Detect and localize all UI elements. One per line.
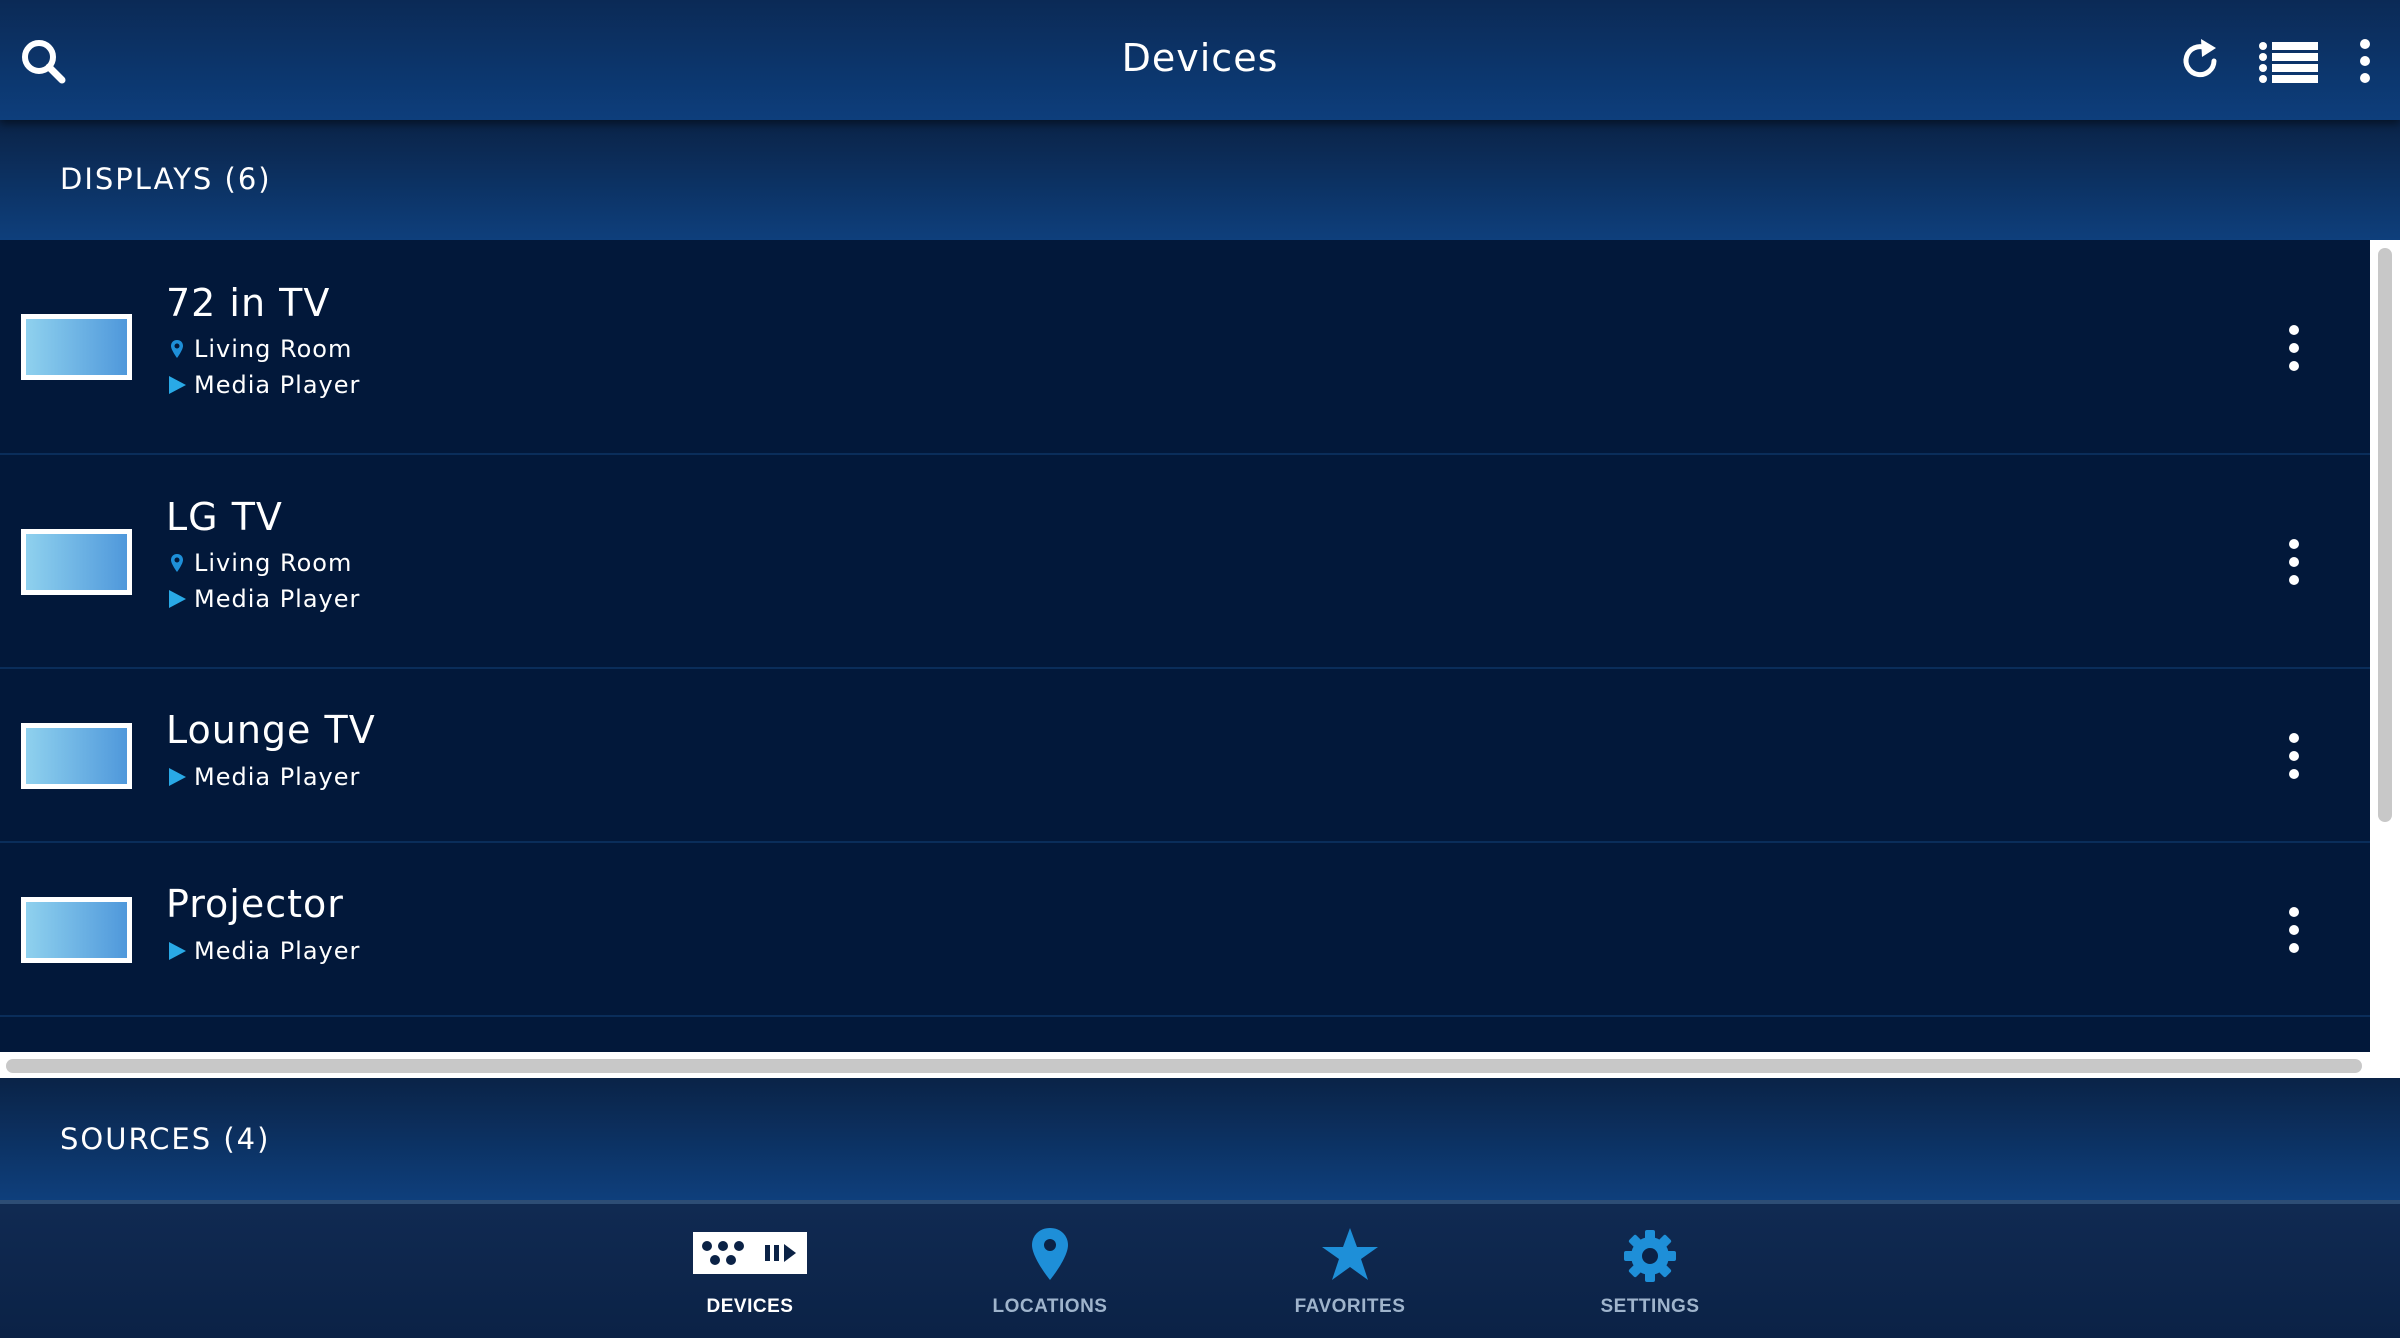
gear-icon [1624,1230,1676,1282]
page-title: Devices [1121,36,1279,80]
displays-label: DISPLAYS (6) [60,162,272,196]
device-type-label: Media Player [194,371,361,399]
displays-list: 72 in TV Living Room Media Player LG TV [0,240,2370,1052]
refresh-icon[interactable] [2176,36,2226,86]
device-type-label: Media Player [194,937,361,965]
top-app-bar: Devices [0,0,2400,120]
play-icon [169,942,186,960]
bottom-navigation: DEVICES LOCATIONS FAVORITES SETTINGS [0,1200,2400,1338]
nav-locations[interactable]: LOCATIONS [950,1204,1150,1338]
device-row[interactable]: 72 in TV Living Room Media Player [0,240,2370,455]
device-type: Media Player [166,763,360,791]
overflow-menu-icon[interactable] [2350,36,2380,86]
device-menu-icon[interactable] [2279,731,2309,781]
nav-devices-label: DEVICES [706,1296,794,1317]
horizontal-scrollbar-thumb[interactable] [6,1059,2362,1073]
nav-devices[interactable]: DEVICES [650,1204,850,1338]
list-view-icon[interactable] [2258,36,2320,86]
device-location: Living Room [166,549,352,577]
location-pin-icon [171,554,183,572]
device-row[interactable]: LG TV Living Room Media Player [0,455,2370,669]
sources-label: SOURCES (4) [60,1122,271,1156]
display-icon [21,529,132,595]
nav-settings[interactable]: SETTINGS [1550,1204,1750,1338]
device-type-label: Media Player [194,763,361,791]
device-menu-icon[interactable] [2279,323,2309,373]
device-location: Living Room [166,335,352,363]
display-icon [21,723,132,789]
device-name: Projector [166,882,344,926]
star-icon [1322,1228,1378,1280]
device-type: Media Player [166,937,360,965]
nav-favorites[interactable]: FAVORITES [1250,1204,1450,1338]
play-icon [169,768,186,786]
displays-section-header[interactable]: DISPLAYS (6) [0,120,2400,240]
device-location-label: Living Room [194,549,353,577]
device-row[interactable]: Lounge TV Media Player [0,669,2370,843]
nav-favorites-label: FAVORITES [1294,1296,1406,1317]
location-pin-icon [171,340,183,358]
device-menu-icon[interactable] [2279,537,2309,587]
play-icon [169,590,186,608]
device-name: 72 in TV [166,281,331,325]
device-type-label: Media Player [194,585,361,613]
device-location-label: Living Room [194,335,353,363]
location-pin-icon [1032,1228,1068,1280]
vertical-scrollbar-thumb[interactable] [2378,248,2392,822]
device-name: Lounge TV [166,708,376,752]
sources-section-header[interactable]: SOURCES (4) [0,1078,2400,1200]
nav-locations-label: LOCATIONS [992,1296,1108,1317]
devices-icon [693,1232,807,1274]
device-row[interactable]: Projector Media Player [0,843,2370,1017]
device-type: Media Player [166,585,360,613]
play-icon [169,376,186,394]
device-menu-icon[interactable] [2279,905,2309,955]
device-type: Media Player [166,371,360,399]
nav-settings-label: SETTINGS [1600,1296,1700,1317]
display-icon [21,314,132,380]
display-icon [21,897,132,963]
device-name: LG TV [166,495,283,539]
